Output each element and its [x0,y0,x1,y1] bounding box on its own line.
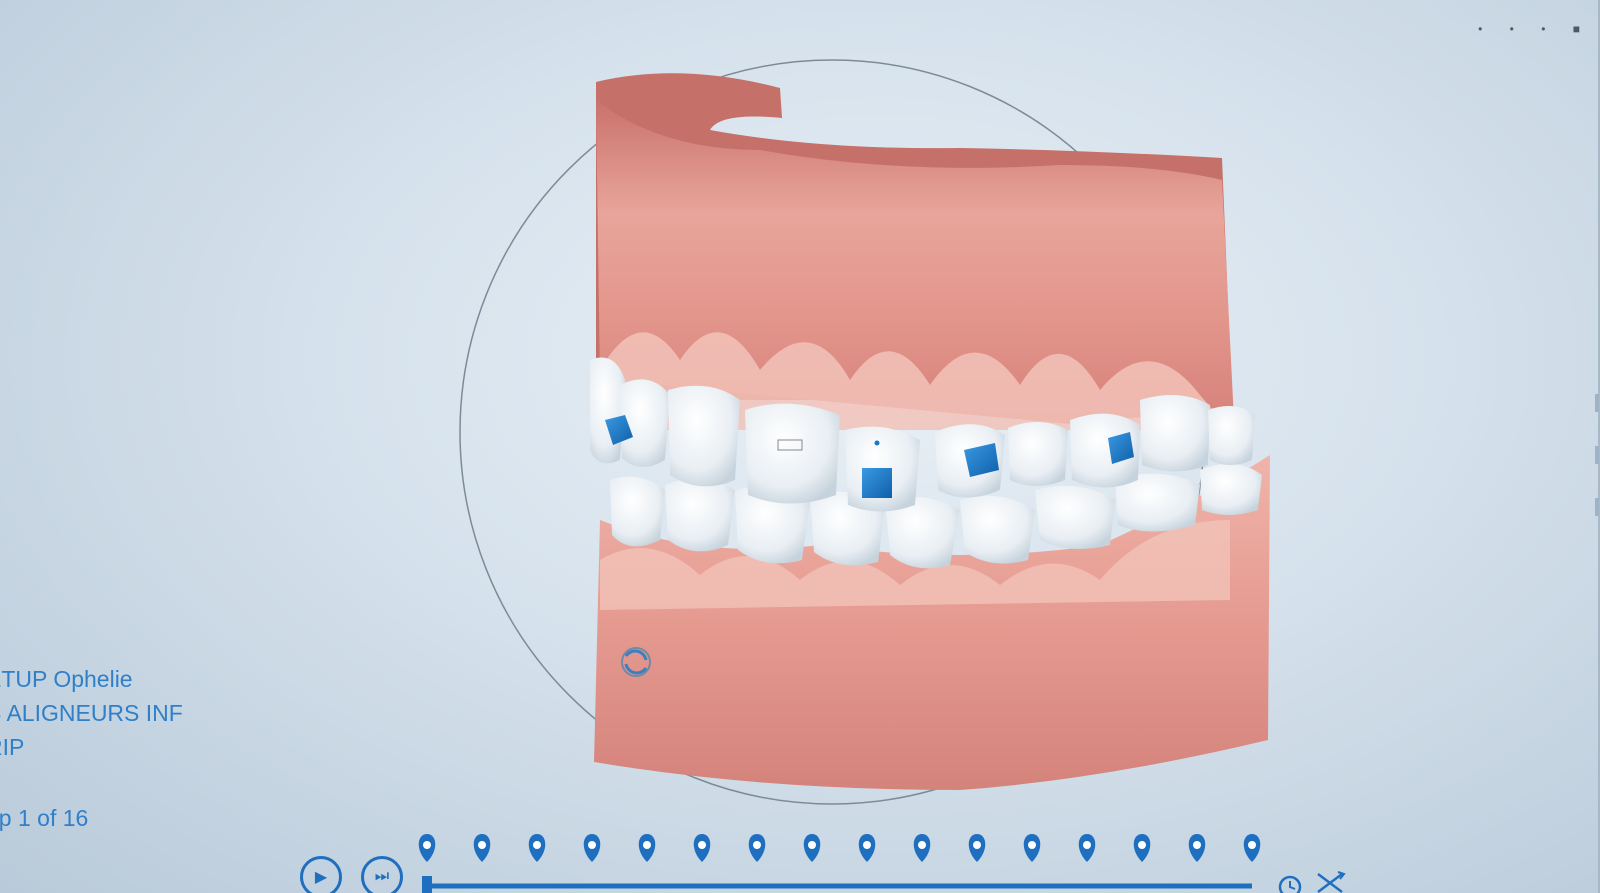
step-marker[interactable] [1243,834,1261,862]
case-info-line: RIP [0,734,25,760]
case-info-panel: ETUP Ophelie S ALIGNEURS INF RIP [0,662,183,764]
side-toolbar[interactable] [1590,380,1600,600]
step-marker[interactable] [913,834,931,862]
step-marker[interactable] [473,834,491,862]
step-marker[interactable] [1133,834,1151,862]
step-marker[interactable] [693,834,711,862]
clock-icon[interactable] [1278,875,1302,893]
case-info-line: ETUP Ophelie [0,666,133,692]
3d-viewport[interactable] [0,0,1600,893]
step-marker[interactable] [968,834,986,862]
case-info-line: S ALIGNEURS INF [0,700,183,726]
step-marker[interactable] [1023,834,1041,862]
shuffle-icon[interactable] [1317,871,1346,893]
step-marker[interactable] [748,834,766,862]
step-marker[interactable] [1078,834,1096,862]
window-controls[interactable]: • • • ■ [1478,22,1592,36]
current-step-indicator [422,876,432,893]
step-marker[interactable] [583,834,601,862]
step-marker[interactable] [528,834,546,862]
timeline-track[interactable] [0,830,1600,893]
step-timeline[interactable]: ▶ ⏭ [0,830,1600,893]
step-marker[interactable] [1188,834,1206,862]
attachment [862,468,892,498]
step-marker[interactable] [638,834,656,862]
app-screen: • • • ■ ETUP Ophelie S ALIGNEURS INF RIP… [0,0,1600,893]
step-counter-label: ep 1 of 16 [0,805,89,831]
step-marker[interactable] [858,834,876,862]
step-marker[interactable] [803,834,821,862]
